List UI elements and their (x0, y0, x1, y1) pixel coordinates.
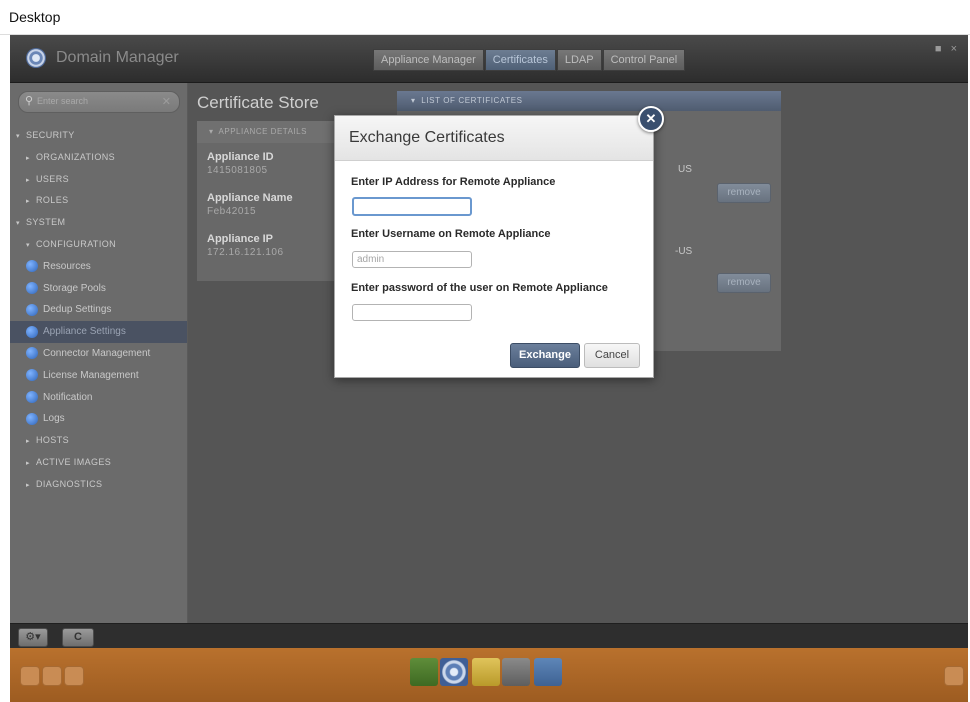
close-dialog-icon[interactable]: ✕ (638, 106, 664, 132)
exchange-certificates-dialog: Exchange Certificates Enter IP Address f… (334, 115, 654, 378)
modal-overlay: Exchange Certificates Enter IP Address f… (0, 0, 970, 702)
dialog-header: Exchange Certificates (335, 116, 653, 161)
dialog-title: Exchange Certificates (349, 129, 505, 146)
cancel-button[interactable]: Cancel (584, 343, 640, 368)
username-input[interactable] (352, 251, 472, 268)
exchange-button[interactable]: Exchange (510, 343, 580, 368)
ip-address-input[interactable] (352, 197, 472, 216)
password-input[interactable] (352, 304, 472, 321)
username-label: Enter Username on Remote Appliance (351, 228, 551, 240)
ip-address-label: Enter IP Address for Remote Appliance (351, 176, 556, 188)
password-label: Enter password of the user on Remote App… (351, 282, 608, 294)
